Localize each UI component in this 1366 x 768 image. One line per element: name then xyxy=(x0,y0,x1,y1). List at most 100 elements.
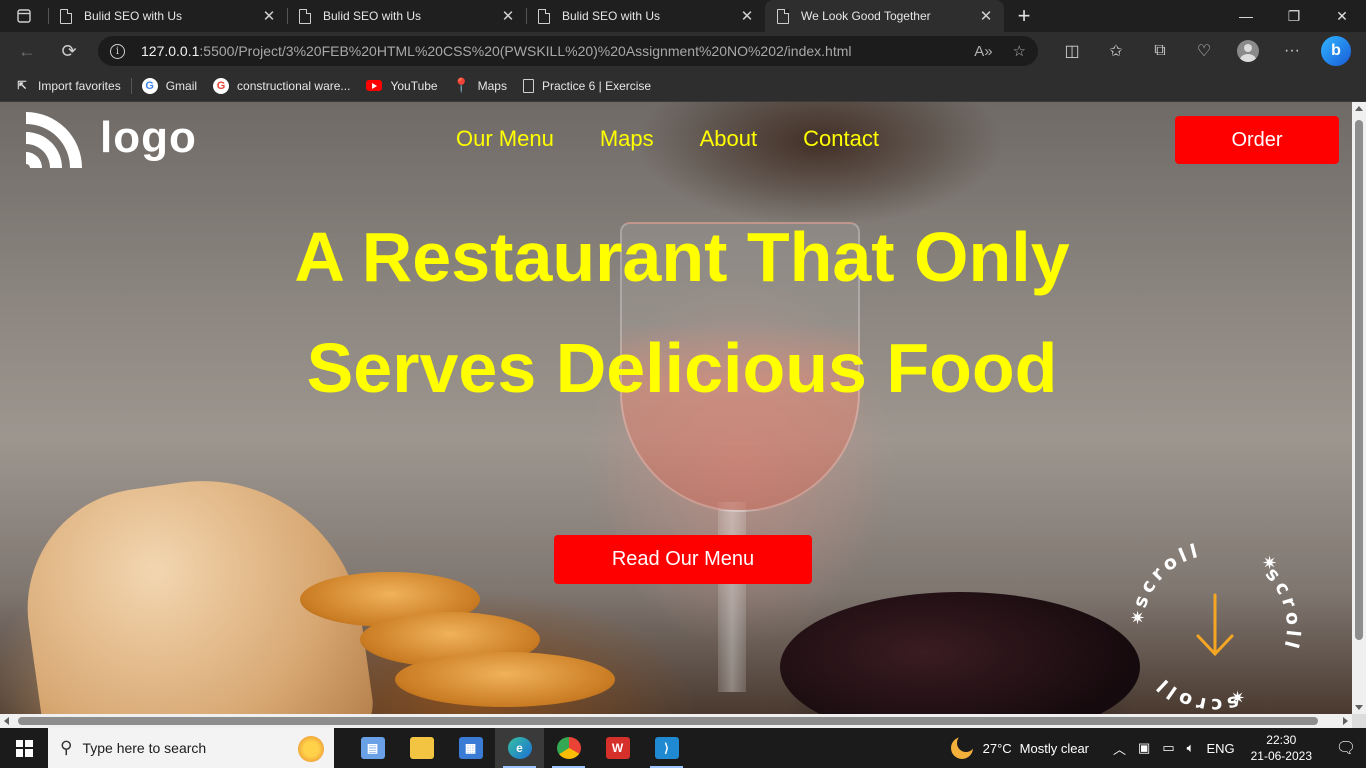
svg-text:scroll: scroll xyxy=(1129,539,1204,610)
bing-chat-icon[interactable]: b xyxy=(1314,32,1358,70)
taskbar-search[interactable]: ⚲ Type here to search xyxy=(48,728,334,768)
weather-widget[interactable]: 27°C Mostly clear xyxy=(950,734,1089,759)
language-indicator[interactable]: ENG xyxy=(1206,741,1234,756)
close-tab-icon[interactable]: ✕ xyxy=(261,7,277,25)
browser-tab[interactable]: Bulid SEO with Us ✕ xyxy=(48,0,287,32)
order-button[interactable]: Order xyxy=(1175,116,1339,164)
tab-title: Bulid SEO with Us xyxy=(323,9,422,23)
app-wps[interactable]: W xyxy=(593,728,642,768)
windows-taskbar: ⚲ Type here to search ▤ ▦ e W ⟩ 27°C Mos… xyxy=(0,728,1366,768)
svg-text:scroll: scroll xyxy=(1261,563,1305,654)
page-icon xyxy=(777,8,789,24)
battery-icon[interactable]: ▭ xyxy=(1162,740,1174,756)
favorite-label: YouTube xyxy=(390,78,438,93)
scroll-up-icon[interactable] xyxy=(1355,106,1363,111)
arrow-down-icon xyxy=(1196,593,1234,657)
split-screen-icon[interactable]: ◫ xyxy=(1050,32,1094,70)
edge-icon: e xyxy=(507,737,532,759)
favorite-import[interactable]: ⇱ Import favorites xyxy=(14,78,120,94)
window-controls: — ❐ ✕ xyxy=(1222,0,1366,32)
close-tab-icon[interactable]: ✕ xyxy=(978,7,994,25)
favorite-youtube[interactable]: YouTube xyxy=(366,78,438,93)
scroll-badge[interactable]: scroll scroll scroll ✷ ✷ ✷ xyxy=(1120,532,1310,714)
favorite-star-icon[interactable]: ☆ xyxy=(1013,42,1026,60)
minimize-icon[interactable]: — xyxy=(1222,0,1270,32)
back-arrow-icon[interactable]: ← xyxy=(6,32,48,70)
nav-about[interactable]: About xyxy=(700,126,758,152)
sparkle-icon: ✷ xyxy=(1262,553,1277,574)
search-highlight-icon xyxy=(298,736,324,762)
favorite-label: constructional ware... xyxy=(237,78,351,93)
more-options-icon[interactable]: ··· xyxy=(1270,32,1314,70)
scrollbar-thumb[interactable] xyxy=(1355,120,1363,640)
scroll-left-icon[interactable] xyxy=(4,717,9,725)
browser-tools: ◫ ✩ ⧉ ♡ ··· b xyxy=(1050,32,1358,70)
wps-office-icon: W xyxy=(605,737,630,759)
close-tab-icon[interactable]: ✕ xyxy=(739,7,755,25)
horizontal-scrollbar[interactable] xyxy=(0,714,1352,728)
start-button[interactable] xyxy=(0,728,48,768)
scroll-right-icon[interactable] xyxy=(1343,717,1348,725)
meet-now-icon[interactable]: ▣ xyxy=(1138,740,1150,756)
chevron-up-icon[interactable]: ︿ xyxy=(1113,739,1126,758)
scroll-text: scroll xyxy=(1150,672,1237,714)
address-bar[interactable]: i 127.0.0.1 :5500/Project/3%20FEB%20HTML… xyxy=(98,36,1038,66)
url-host: 127.0.0.1 xyxy=(141,43,200,59)
maps-pin-icon: 📍 xyxy=(452,77,471,93)
favorite-gmail[interactable]: G Gmail xyxy=(141,77,197,94)
tab-title: We Look Good Together xyxy=(801,9,931,23)
logo-text: logo xyxy=(100,113,197,162)
app-chrome[interactable] xyxy=(544,728,593,768)
nav-maps[interactable]: Maps xyxy=(600,126,654,152)
scroll-down-icon[interactable] xyxy=(1355,705,1363,710)
nav-our-menu[interactable]: Our Menu xyxy=(456,126,554,152)
favorite-maps[interactable]: 📍 Maps xyxy=(452,77,507,94)
read-aloud-icon[interactable]: A» xyxy=(974,43,992,60)
browser-tab[interactable]: Bulid SEO with Us ✕ xyxy=(526,0,765,32)
pinned-apps: ▤ ▦ e W ⟩ xyxy=(348,728,691,768)
vscode-icon: ⟩ xyxy=(654,737,679,759)
address-toolbar: ← ⟳ i 127.0.0.1 :5500/Project/3%20FEB%20… xyxy=(0,32,1366,70)
tab-title: Bulid SEO with Us xyxy=(84,9,183,23)
clock-date: 21-06-2023 xyxy=(1250,749,1312,763)
app-store[interactable]: ▦ xyxy=(446,728,495,768)
tab-actions-icon[interactable] xyxy=(0,0,48,32)
restore-icon[interactable]: ❐ xyxy=(1270,0,1318,32)
app-notepad[interactable]: ▤ xyxy=(348,728,397,768)
scrollbar-thumb[interactable] xyxy=(18,717,1318,725)
favorite-constructional[interactable]: G constructional ware... xyxy=(213,77,351,94)
nav-contact[interactable]: Contact xyxy=(803,126,879,152)
site-logo[interactable]: logo xyxy=(26,108,197,168)
system-tray: 27°C Mostly clear ︿ ▣ ▭ 🔈︎ ENG 22:30 21-… xyxy=(950,728,1366,768)
read-our-menu-button[interactable]: Read Our Menu xyxy=(554,535,812,584)
volume-icon[interactable]: 🔈︎ xyxy=(1187,740,1195,756)
favorites-bar: ⇱ Import favorites G Gmail G constructio… xyxy=(0,70,1366,102)
notification-icon[interactable]: 🗨︎ xyxy=(1326,738,1366,758)
vertical-scrollbar[interactable] xyxy=(1352,102,1366,714)
info-icon[interactable]: i xyxy=(110,43,125,59)
orange-slice-image xyxy=(395,652,615,707)
avatar xyxy=(1237,40,1259,62)
app-file-explorer[interactable] xyxy=(397,728,446,768)
close-window-icon[interactable]: ✕ xyxy=(1318,0,1366,32)
collections-icon[interactable]: ⧉ xyxy=(1138,32,1182,70)
close-tab-icon[interactable]: ✕ xyxy=(500,7,516,25)
browser-tab-active[interactable]: We Look Good Together ✕ xyxy=(765,0,1004,32)
browser-tab[interactable]: Bulid SEO with Us ✕ xyxy=(287,0,526,32)
new-tab-button[interactable]: + xyxy=(1004,0,1044,32)
clock[interactable]: 22:30 21-06-2023 xyxy=(1251,732,1312,764)
favorites-icon[interactable]: ✩ xyxy=(1094,32,1138,70)
weather-temp: 27°C xyxy=(982,740,1012,756)
scroll-text: scroll xyxy=(1129,539,1200,610)
refresh-icon[interactable]: ⟳ xyxy=(48,32,90,70)
profile-icon[interactable] xyxy=(1226,32,1270,70)
favorite-label: Maps xyxy=(477,78,507,93)
store-icon: ▦ xyxy=(458,737,483,759)
app-vscode[interactable]: ⟩ xyxy=(642,728,691,768)
svg-text:scroll: scroll xyxy=(1150,672,1241,714)
google-g-icon: G xyxy=(213,77,230,94)
app-edge[interactable]: e xyxy=(495,728,544,768)
performance-icon[interactable]: ♡ xyxy=(1182,32,1226,70)
chrome-icon xyxy=(556,737,581,759)
favorite-practice[interactable]: Practice 6 | Exercise xyxy=(522,78,651,93)
